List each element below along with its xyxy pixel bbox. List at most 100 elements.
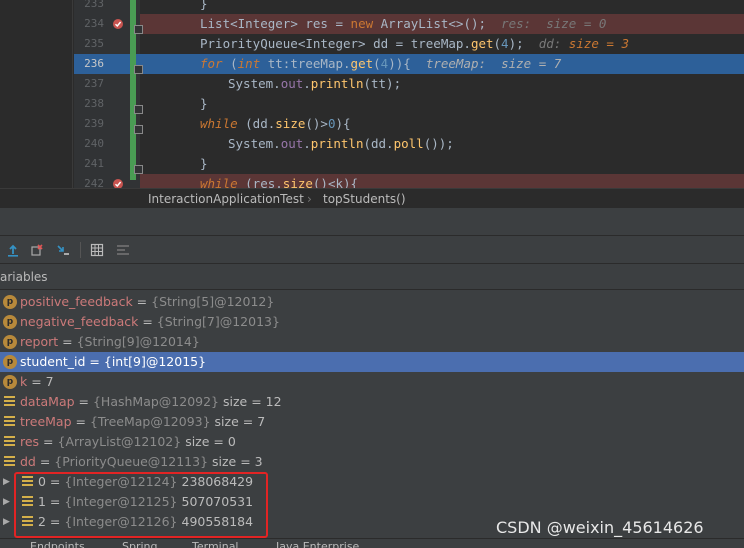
variable-row[interactable]: res = {ArrayList@12102} size = 0 — [0, 432, 744, 452]
code-text: } — [200, 0, 208, 11]
code-line-breakpoint[interactable]: 234 List<Integer> res = new ArrayList<>(… — [74, 14, 744, 34]
code-line[interactable]: 235 PriorityQueue<Integer> dd = treeMap.… — [74, 34, 744, 54]
expand-arrow-icon[interactable]: ▶ — [3, 472, 10, 492]
breadcrumb-separator: › — [307, 192, 312, 206]
parameter-icon: p — [3, 295, 17, 309]
code-editor[interactable]: 233 } 234 List<Integer> res = new ArrayL… — [0, 0, 744, 188]
code-text: } — [200, 156, 208, 171]
variable-row[interactable]: p negative_feedback = {String[7]@12013} — [0, 312, 744, 332]
trace-current-stream-icon[interactable] — [114, 241, 132, 259]
code-line-breakpoint[interactable]: 242 while (res.size()<k){ — [74, 174, 744, 188]
fold-icon[interactable] — [134, 165, 143, 174]
variable-ref: {String[9]@12014} — [76, 334, 200, 349]
code-line[interactable]: 237 System.out.println(tt); — [74, 74, 744, 94]
breadcrumb: InteractionApplicationTest › topStudents… — [0, 188, 744, 208]
variable-name: positive_feedback — [20, 294, 133, 309]
line-number: 239 — [84, 117, 104, 130]
variable-ref: {TreeMap@12093} — [89, 414, 211, 429]
variable-row-selected[interactable]: p student_id = {int[9]@12015} — [0, 352, 744, 372]
variables-header: ariables — [0, 264, 744, 290]
parameter-icon: p — [3, 355, 17, 369]
code-line[interactable]: 238 } — [74, 94, 744, 114]
variable-row[interactable]: treeMap = {TreeMap@12093} size = 7 — [0, 412, 744, 432]
variable-size: size = 3 — [212, 454, 263, 469]
code-text: System.out.println(tt); — [228, 76, 402, 91]
line-number: 236 — [84, 57, 104, 70]
code-line[interactable]: 241 } — [74, 154, 744, 174]
variable-ref: {HashMap@12092} — [92, 394, 220, 409]
parameter-icon: p — [3, 335, 17, 349]
variable-row[interactable]: dataMap = {HashMap@12092} size = 12 — [0, 392, 744, 412]
code-text: System.out.println(dd.poll()); — [228, 136, 454, 151]
tab-terminal[interactable]: Terminal — [192, 540, 239, 548]
parameter-icon: p — [3, 315, 17, 329]
code-line[interactable]: 240 System.out.println(dd.poll()); — [74, 134, 744, 154]
code-text: } — [200, 96, 208, 111]
expand-arrow-icon[interactable]: ▶ — [3, 512, 10, 532]
variable-name: negative_feedback — [20, 314, 139, 329]
debug-tool-window: ariables p positive_feedback = {String[5… — [0, 208, 744, 548]
variables-title: ariables — [0, 270, 48, 284]
variable-ref: {PriorityQueue@12113} — [54, 454, 209, 469]
fold-icon[interactable] — [134, 25, 143, 34]
variable-ref: {String[7]@12013} — [156, 314, 280, 329]
code-line[interactable]: 239 while (dd.size()>0){ — [74, 114, 744, 134]
variable-row[interactable]: dd = {PriorityQueue@12113} size = 3 — [0, 452, 744, 472]
variable-row[interactable]: p k = 7 — [0, 372, 744, 392]
watermark: CSDN @weixin_45614626 — [496, 518, 704, 537]
variable-size: size = 12 — [223, 394, 282, 409]
variable-name: dd — [20, 454, 36, 469]
line-number: 235 — [84, 37, 104, 50]
line-number: 238 — [84, 97, 104, 110]
run-to-cursor-icon[interactable] — [54, 241, 72, 259]
variable-row[interactable]: p report = {String[9]@12014} — [0, 332, 744, 352]
code-text: while (res.size()<k){ — [200, 176, 359, 188]
code-line[interactable]: 233 } — [74, 0, 744, 14]
evaluate-expression-icon[interactable] — [88, 241, 106, 259]
breakpoint-icon[interactable] — [112, 178, 124, 188]
variable-name: res — [20, 434, 40, 449]
breadcrumb-item-method[interactable]: topStudents() — [323, 189, 406, 209]
tab-spring[interactable]: Spring — [122, 540, 158, 548]
variable-name: student_id — [20, 354, 86, 369]
tab-java-enterprise[interactable]: Java Enterprise — [276, 540, 359, 548]
step-out-icon[interactable] — [4, 241, 22, 259]
variable-ref: {int[9]@12015} — [103, 354, 207, 369]
variable-row[interactable]: p positive_feedback = {String[5]@12012} — [0, 292, 744, 312]
variable-value: 7 — [45, 374, 54, 389]
local-variable-icon — [4, 456, 15, 467]
debug-frames-area — [0, 208, 744, 236]
inline-debug-hint: res: size = 0 — [501, 16, 607, 31]
breadcrumb-item-class[interactable]: InteractionApplicationTest — [148, 189, 304, 209]
variable-ref: {ArrayList@12102} — [57, 434, 182, 449]
line-number: 241 — [84, 157, 104, 170]
code-text: while (dd.size()>0){ — [200, 116, 351, 131]
inline-debug-hint-name: dd: — [538, 36, 562, 51]
variable-name: dataMap — [20, 394, 75, 409]
drop-frame-icon[interactable] — [28, 241, 46, 259]
debug-toolbar — [0, 236, 744, 264]
inline-debug-hint: treeMap: size = 7 — [425, 56, 562, 71]
line-number: 234 — [84, 17, 104, 30]
highlight-annotation-box — [14, 472, 268, 538]
parameter-icon: p — [3, 375, 17, 389]
code-text: PriorityQueue<Integer> dd = treeMap.get(… — [200, 36, 630, 51]
variable-size: size = 7 — [214, 414, 266, 429]
fold-icon[interactable] — [134, 125, 143, 134]
breakpoint-icon[interactable] — [112, 18, 124, 30]
variable-name: treeMap — [20, 414, 72, 429]
inline-debug-hint-value: size = 3 — [568, 36, 630, 51]
project-panel-edge — [0, 0, 74, 188]
line-number: 242 — [84, 177, 104, 188]
variable-name: report — [20, 334, 59, 349]
variable-size: size = 0 — [185, 434, 236, 449]
expand-arrow-icon[interactable]: ▶ — [3, 492, 10, 512]
fold-icon[interactable] — [134, 105, 143, 114]
line-number: 240 — [84, 137, 104, 150]
tab-endpoints[interactable]: Endpoints — [30, 540, 85, 548]
fold-icon[interactable] — [134, 65, 143, 74]
code-text: for (int tt:treeMap.get(4)){ treeMap: si… — [200, 56, 562, 71]
bottom-tool-tabs: Endpoints Spring Terminal Java Enterpris… — [0, 538, 744, 548]
local-variable-icon — [4, 396, 15, 407]
code-line-execution-point[interactable]: 236 for (int tt:treeMap.get(4)){ treeMap… — [74, 54, 744, 74]
